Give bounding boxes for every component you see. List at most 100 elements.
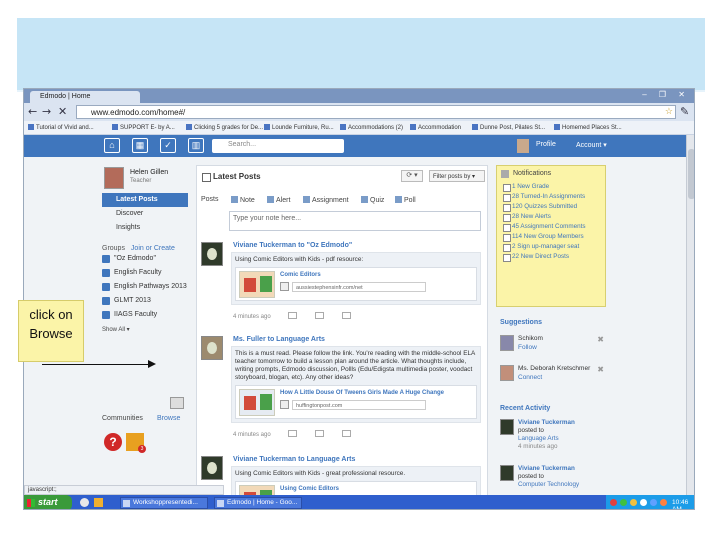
activity-user[interactable]: Viviane Tuckerman [518, 465, 579, 473]
tray-icon[interactable] [640, 499, 647, 506]
browse-communities-link[interactable]: Browse [157, 415, 180, 422]
link-url[interactable]: huffingtonpost.com [292, 400, 426, 410]
post-header[interactable]: Viviane Tuckerman to Language Arts [233, 456, 355, 463]
tag-icon[interactable] [315, 430, 325, 437]
notification-item[interactable]: 28 Turned-In Assignments [497, 192, 605, 202]
tab-assignment[interactable]: Assignment [303, 196, 349, 204]
link-title[interactable]: Using Comic Editors [280, 485, 339, 493]
tag-icon[interactable] [315, 312, 325, 319]
notification-item[interactable]: 114 New Group Members [497, 232, 605, 242]
link-url[interactable]: aussiestephensinfr.com/net [292, 282, 426, 292]
notification-item[interactable]: 1 New Grade [497, 182, 605, 192]
share-icon[interactable] [341, 312, 351, 319]
bookmark-item[interactable]: SUPPORT E- by A... [112, 124, 175, 131]
bookmark-item[interactable]: Accommodation [410, 124, 461, 131]
activity-target[interactable]: Language Arts [518, 435, 575, 443]
avatar[interactable] [500, 419, 514, 435]
scrollbar-thumb[interactable] [688, 149, 694, 199]
taskbar-item[interactable]: Workshoppresentedi... [120, 497, 208, 509]
browser-tab[interactable]: Edmodo | Home [30, 91, 140, 103]
planner-check-icon[interactable]: ✓ [160, 138, 176, 153]
nav-insights[interactable]: Insights [102, 221, 188, 235]
bookmark-item[interactable]: Clicking 5 grades for De... [186, 124, 263, 131]
start-button[interactable]: start [24, 495, 72, 509]
quicklaunch-icon[interactable] [80, 498, 89, 507]
avatar[interactable] [500, 465, 514, 481]
page-scrollbar[interactable] [686, 135, 694, 497]
link-title[interactable]: Comic Editors [280, 271, 321, 279]
tray-icon[interactable] [620, 499, 627, 506]
taskbar-item[interactable]: Edmodo | Home - Goo... [214, 497, 302, 509]
tab-poll[interactable]: Poll [395, 196, 416, 204]
bookmark-item[interactable]: Accommodations (2) [340, 124, 403, 131]
reply-icon[interactable] [288, 430, 298, 437]
show-all-link[interactable]: Show All ▾ [102, 326, 188, 333]
help-community-icon[interactable]: ? [104, 433, 122, 451]
bookmark-star-icon[interactable]: ☆ [665, 106, 673, 117]
forward-icon[interactable]: → [42, 105, 51, 118]
group-item[interactable]: GLMT 2013 [102, 294, 188, 308]
nav-discover[interactable]: Discover [102, 207, 188, 221]
calendar-icon[interactable]: ▦ [132, 138, 148, 153]
address-bar[interactable]: www.edmodo.com/home#/ ☆ [76, 105, 676, 119]
back-icon[interactable]: ← [28, 105, 37, 118]
bookmark-item[interactable]: Tutorial of Vivid and... [28, 124, 94, 131]
notification-item[interactable]: 28 New Alerts [497, 212, 605, 222]
quicklaunch-icon[interactable] [94, 498, 103, 507]
refresh-button[interactable]: ⟳ ▾ [401, 170, 423, 182]
user-profile[interactable]: Helen Gillen Teacher [102, 165, 188, 193]
suggestion-name[interactable]: Schikom [518, 335, 543, 342]
activity-target[interactable]: Computer Technology [518, 481, 579, 489]
search-input[interactable]: Search... [212, 139, 344, 153]
tray-icon[interactable] [630, 499, 637, 506]
library-icon[interactable]: ▥ [188, 138, 204, 153]
home-icon[interactable]: ⌂ [104, 138, 120, 153]
tray-icon[interactable] [610, 499, 617, 506]
account-menu[interactable]: Account ▾ [576, 141, 607, 149]
avatar[interactable] [500, 335, 514, 351]
tab-note[interactable]: Note [231, 196, 255, 204]
archive-icon[interactable] [170, 397, 184, 409]
group-item[interactable]: English Pathways 2013 [102, 280, 188, 294]
join-create-link[interactable]: Join or Create [131, 245, 175, 252]
tray-icon[interactable] [660, 499, 667, 506]
tab-quiz[interactable]: Quiz [361, 196, 384, 204]
post-header[interactable]: Viviane Tuckerman to "Oz Edmodo" [233, 242, 352, 249]
post-header[interactable]: Ms. Fuller to Language Arts [233, 336, 325, 343]
group-item[interactable]: IIAGS Faculty [102, 308, 188, 322]
avatar[interactable] [500, 365, 514, 381]
link-card[interactable]: Comic Editors aussiestephensinfr.com/net [235, 267, 477, 301]
connect-button[interactable]: Connect [518, 374, 542, 381]
group-item[interactable]: "Oz Edmodo" [102, 252, 188, 266]
tab-alert[interactable]: Alert [267, 196, 290, 204]
suggestion-name[interactable]: Ms. Deborah Kretschmer [518, 365, 590, 372]
bookmark-item[interactable]: Lounde Furniture, Ru... [264, 124, 334, 131]
profile-link[interactable]: Profile [536, 141, 556, 148]
share-icon[interactable] [341, 430, 351, 437]
notification-item[interactable]: 120 Quizzes Submitted [497, 202, 605, 212]
notification-item[interactable]: 2 Sign up-manager seat [497, 242, 605, 252]
group-item[interactable]: English Faculty [102, 266, 188, 280]
follow-button[interactable]: Follow [518, 344, 537, 351]
link-card[interactable]: How A Little Douse Of Tweens Girls Made … [235, 385, 477, 419]
activity-user[interactable]: Viviane Tuckerman [518, 419, 575, 427]
dismiss-icon[interactable]: ✖ [597, 365, 604, 374]
avatar[interactable] [201, 242, 223, 266]
close-icon[interactable]: ✕ [58, 105, 67, 118]
avatar[interactable] [201, 456, 223, 480]
bookmark-item[interactable]: Dunne Post, Pilates St... [472, 124, 545, 131]
notification-item[interactable]: 22 New Direct Posts [497, 252, 605, 262]
wrench-icon[interactable]: ✎ [680, 105, 689, 118]
nav-latest-posts[interactable]: Latest Posts [102, 193, 188, 207]
link-title[interactable]: How A Little Douse Of Tweens Girls Made … [280, 389, 444, 397]
note-input[interactable]: Type your note here... [229, 211, 481, 231]
notification-item[interactable]: 45 Assignment Comments [497, 222, 605, 232]
reply-icon[interactable] [288, 312, 298, 319]
tray-icon[interactable] [650, 499, 657, 506]
avatar[interactable] [517, 139, 529, 153]
bookmark-item[interactable]: Homemed Places St... [554, 124, 622, 131]
dismiss-icon[interactable]: ✖ [597, 335, 604, 344]
avatar[interactable] [201, 336, 223, 360]
window-controls[interactable]: – ❐ ✕ [642, 90, 690, 99]
filter-posts-dropdown[interactable]: Filter posts by ▾ [429, 170, 485, 182]
